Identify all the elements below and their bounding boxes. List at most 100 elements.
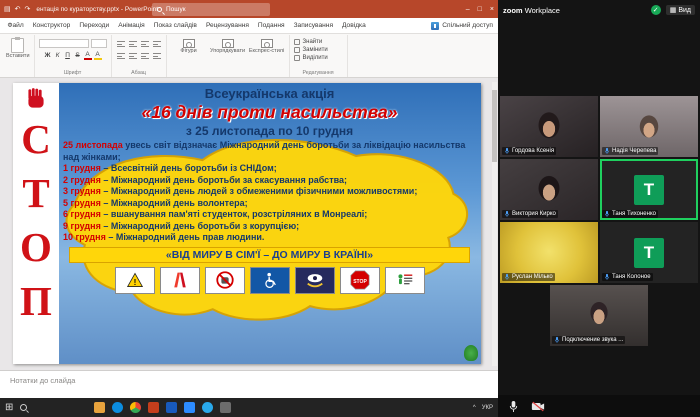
search-input[interactable]: Пошук <box>152 2 270 16</box>
language-indicator[interactable]: УКР <box>482 405 493 411</box>
grid-view-icon: ▦ <box>669 7 677 14</box>
tab-design[interactable]: Конструктор <box>28 20 75 31</box>
arrange-button[interactable]: Упорядкувати <box>210 39 246 55</box>
spacing-button[interactable] <box>152 39 162 49</box>
word-icon[interactable] <box>166 402 178 413</box>
poster-line: 10 грудня – Міжнародний день прав людини… <box>63 232 476 244</box>
windows-taskbar: ⊞ ^ УКР <box>0 398 498 417</box>
italic-button[interactable]: К <box>54 50 62 60</box>
participant-tile-active-speaker[interactable]: Т Таня Тихоненко <box>600 159 698 220</box>
initial-avatar: Т <box>634 174 664 205</box>
strikethrough-button[interactable]: S <box>74 50 82 60</box>
replace-button[interactable]: Замінити <box>293 47 343 53</box>
poster-subtitle: з 25 листопада по 10 грудня <box>185 124 354 138</box>
start-button[interactable]: ⊞ <box>5 402 13 413</box>
svg-text:!: ! <box>133 278 136 287</box>
font-group-label: Шрифт <box>63 70 82 76</box>
bullets-button[interactable] <box>116 39 126 49</box>
mute-button[interactable] <box>508 400 519 413</box>
highlight-button[interactable]: А <box>93 50 102 60</box>
tab-animations[interactable]: Анімація <box>114 20 150 31</box>
scrollbar-thumb[interactable] <box>492 90 497 162</box>
minimize-button[interactable]: – <box>466 6 470 13</box>
tab-recording[interactable]: Записування <box>289 20 337 31</box>
participant-tile[interactable]: Виктория Кирко <box>500 159 598 220</box>
tray-chevron-icon[interactable]: ^ <box>473 405 476 411</box>
shapes-button[interactable]: Фігури <box>171 39 207 55</box>
paste-button[interactable] <box>11 37 25 53</box>
save-icon[interactable]: ▤ <box>4 5 11 13</box>
poster-banner: «ВІД МИРУ В СІМ'Ї – ДО МИРУ В КРАЇНІ» <box>69 246 470 263</box>
paragraph-group-label: Абзац <box>131 70 146 76</box>
clipboard-group: Вставити <box>2 35 35 77</box>
close-button[interactable]: × <box>490 6 494 13</box>
numbering-button[interactable] <box>128 39 138 49</box>
taskbar-search-icon[interactable] <box>20 404 28 411</box>
tab-file[interactable]: Файл <box>3 20 28 31</box>
ribbon: Вставити Ж К П S А А Шрифт Абзац Фігури … <box>0 34 498 78</box>
chrome-icon[interactable] <box>130 402 142 413</box>
poster-line: 1 грудня – Всесвітній день боротьби із С… <box>63 163 476 175</box>
no-violence-icon <box>204 266 245 294</box>
poster-line: 25 листопада увесь світ відзначає Міжнар… <box>63 140 476 163</box>
font-name-select[interactable] <box>38 39 89 48</box>
participant-name: Гордова Ксенія <box>512 148 555 154</box>
app-icon[interactable] <box>220 402 232 413</box>
align-center-button[interactable] <box>128 51 138 61</box>
notes-pane[interactable]: Нотатки до слайда <box>0 370 498 398</box>
participant-name-tag: Гордова Ксенія <box>502 147 557 155</box>
tab-transitions[interactable]: Переходи <box>75 20 114 31</box>
undo-icon[interactable]: ↶ <box>15 5 21 13</box>
view-button[interactable]: ▦ Вид <box>665 5 695 15</box>
underline-button[interactable]: П <box>64 50 72 60</box>
share-button[interactable]: Спільний доступ <box>431 21 498 30</box>
line-text: – Міжнародний день людей з обмеженими фі… <box>103 186 418 197</box>
justify-button[interactable] <box>152 51 162 61</box>
participant-tile[interactable]: Т Таня Колоное <box>600 222 698 283</box>
tab-review[interactable]: Рецензування <box>201 20 253 31</box>
tab-slideshow[interactable]: Показ слайдів <box>149 20 201 31</box>
participant-tile[interactable]: Надія Черепева <box>600 96 698 157</box>
zoom-brand-rest: Workplace <box>524 5 560 15</box>
title-bar: ▤ ↶ ↷ ентація по кураторству.pptx - Powe… <box>0 0 498 18</box>
powerpoint-icon[interactable] <box>148 402 160 413</box>
align-left-button[interactable] <box>116 51 126 61</box>
redo-icon[interactable]: ↷ <box>25 5 31 13</box>
security-shield-icon[interactable]: ✓ <box>650 5 661 15</box>
font-group: Ж К П S А А Шрифт <box>35 35 112 77</box>
slide-scrollbar[interactable] <box>492 82 497 366</box>
editing-group-label: Редагування <box>302 70 334 76</box>
drawing-group: Фігури Упорядкувати Експрес-стилі <box>167 35 290 77</box>
window-title: ентація по кураторству.pptx - PowerPoint <box>36 5 159 13</box>
align-right-button[interactable] <box>140 51 150 61</box>
stop-letter: О <box>20 224 52 271</box>
maximize-button[interactable]: □ <box>478 6 482 13</box>
find-button[interactable]: Знайти <box>293 39 343 45</box>
quick-styles-button[interactable]: Експрес-стилі <box>249 39 285 55</box>
zoom-app-icon[interactable] <box>184 402 196 413</box>
tab-help[interactable]: Довідка <box>338 20 371 31</box>
participant-name: Виктория Кирко <box>512 211 556 217</box>
search-icon <box>157 6 162 12</box>
participant-name-tag: Надія Черепева <box>602 147 659 155</box>
powerpoint-window: ▤ ↶ ↷ ентація по кураторству.pptx - Powe… <box>0 0 498 417</box>
bold-button[interactable]: Ж <box>44 50 52 60</box>
shapes-label: Фігури <box>180 48 197 54</box>
mic-icon <box>504 147 510 154</box>
poster-header: Всеукраїнська акція <box>204 86 335 101</box>
participant-tile[interactable]: Руслан Мілько <box>500 222 598 283</box>
select-button[interactable]: Виділити <box>293 55 343 61</box>
tab-view[interactable]: Подання <box>253 20 289 31</box>
font-color-button[interactable]: А <box>83 50 92 60</box>
edge-icon[interactable] <box>112 402 124 413</box>
video-button[interactable] <box>531 401 545 412</box>
telegram-icon[interactable] <box>202 402 214 413</box>
font-size-select[interactable] <box>90 39 107 48</box>
slide-canvas[interactable]: С Т О П Всеукраїнська акція «16 днів про… <box>13 83 481 364</box>
participant-name-tag: Подключение звука ... <box>552 336 626 344</box>
view-label: Вид <box>678 6 691 14</box>
participant-tile[interactable]: Подключение звука ... <box>550 285 648 346</box>
file-explorer-icon[interactable] <box>94 402 106 413</box>
participant-tile[interactable]: Гордова Ксенія <box>500 96 598 157</box>
indent-button[interactable] <box>140 39 150 49</box>
